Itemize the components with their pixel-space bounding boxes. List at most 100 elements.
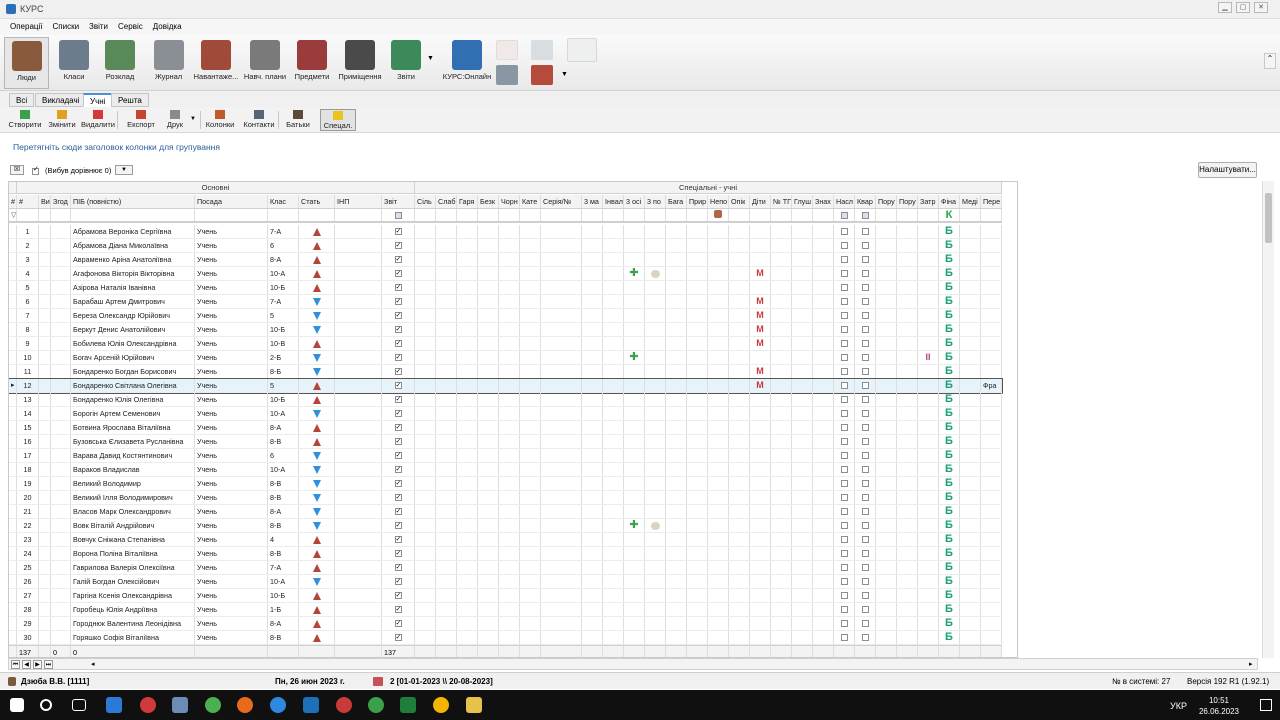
row-checkbox[interactable] [861,563,869,571]
row-checkbox[interactable] [840,619,848,627]
row-checkbox[interactable] [861,353,869,361]
column-header-27[interactable]: Глуш [792,195,813,208]
table-row[interactable]: ▸12Бондаренко Світлана ОлегівнаУчень5MБФ… [9,378,1003,394]
column-header-30[interactable]: Квар [855,195,876,208]
filter-cell-11[interactable] [436,209,457,221]
row-checkbox[interactable] [861,395,869,403]
next-record-button[interactable]: ▶ [33,660,42,669]
toolbar-export-button[interactable]: Експорт [122,109,160,131]
column-header-2[interactable]: Ви [39,195,51,208]
tab-1[interactable]: Викладачі [35,93,87,107]
row-checkbox[interactable] [861,255,869,263]
row-checkbox[interactable] [861,437,869,445]
report-checkbox[interactable] [394,323,402,336]
report-checkbox[interactable] [394,421,402,434]
column-header-16[interactable]: Серія/№ [541,195,582,208]
scroll-right-icon[interactable]: ▸ [1249,660,1253,668]
row-checkbox[interactable] [840,451,848,459]
column-header-8[interactable]: ІНП [335,195,382,208]
toolbar-special-button[interactable]: Спецал. [320,109,356,131]
pin-icon[interactable] [496,40,518,60]
table-row[interactable]: 17Варава Давид КостянтиновичУчень6Б [9,449,1002,463]
maximize-button[interactable]: ▢ [1236,2,1250,13]
table-row[interactable]: 14Борогін Артем СеменовичУчень10-АБ [9,407,1002,421]
row-checkbox[interactable] [840,227,848,235]
windows-start-icon[interactable] [10,698,24,712]
table-row[interactable]: 10Богач Арсеній ЮрійовичУчень2-Б✚IIБ [9,351,1002,365]
row-checkbox[interactable] [840,577,848,585]
filter-cell-27[interactable] [792,209,813,221]
report-checkbox[interactable] [394,617,402,630]
column-header-9[interactable]: Звіт [382,195,415,208]
table-row[interactable]: 19Великий ВолодимирУчень8-ВБ [9,477,1002,491]
toolbar-columns-button[interactable]: Колонки [203,109,237,131]
row-checkbox[interactable] [861,311,869,319]
filter-cell-33[interactable] [918,209,939,221]
chrome-icon[interactable] [205,697,221,713]
row-checkbox[interactable] [861,535,869,543]
column-header-14[interactable]: Чорн [499,195,520,208]
filter-cell-28[interactable] [813,209,834,221]
prev-record-button[interactable]: ◀ [22,660,31,669]
row-checkbox[interactable] [840,339,848,347]
row-checkbox[interactable] [840,535,848,543]
table-row[interactable]: 11Бондаренко Богдан БорисовичУчень8-БMБ [9,365,1002,379]
filter-cell-13[interactable] [478,209,499,221]
filter-checkbox[interactable] [394,211,402,219]
row-checkbox[interactable] [861,605,869,613]
first-record-button[interactable]: ⏮ [11,660,20,669]
column-header-0[interactable]: # [9,195,17,208]
books-icon[interactable] [531,65,553,85]
menu-item-1[interactable]: Списки [52,22,79,31]
row-checkbox[interactable] [861,297,869,305]
column-header-6[interactable]: Клас [268,195,299,208]
report-checkbox[interactable] [394,575,402,588]
firefox-icon[interactable] [237,697,253,713]
tray-date[interactable]: 26.06.2023 [1194,707,1244,716]
report-checkbox[interactable] [394,281,402,294]
school-period[interactable]: 2 [01-01-2023 \\ 20-08-2023] [390,677,493,686]
row-checkbox[interactable] [840,521,848,529]
column-header-36[interactable]: Пере [981,195,1002,208]
column-header-4[interactable]: ПІБ (повністю) [71,195,195,208]
report-checkbox[interactable] [394,547,402,560]
row-checkbox[interactable] [861,283,869,291]
column-header-28[interactable]: Знах [813,195,834,208]
toolbar-print-button[interactable]: Друк [162,109,188,131]
column-header-34[interactable]: Фіна [939,195,960,208]
filter-cell-2[interactable] [39,209,51,221]
filter-cell-19[interactable] [624,209,645,221]
report-checkbox[interactable] [394,393,402,406]
search-icon[interactable] [40,699,52,711]
row-checkbox[interactable] [861,577,869,585]
row-checkbox[interactable] [840,605,848,613]
row-checkbox[interactable] [861,241,869,249]
reports-dropdown-icon[interactable]: ▼ [427,55,434,62]
table-row[interactable]: 7Береза Олександр ЮрійовичУчень5MБ [9,309,1002,323]
report-checkbox[interactable] [394,561,402,574]
row-checkbox[interactable] [861,521,869,529]
document-icon[interactable] [567,38,597,62]
table-row[interactable]: 27Гаргіна Ксенія ОлександрівнаУчень10-ББ [9,589,1002,603]
row-checkbox[interactable] [861,269,869,277]
table-row[interactable]: 20Великий Ілля ВолодимировичУчень8-ВБ [9,491,1002,505]
column-header-20[interactable]: 3 по [645,195,666,208]
row-checkbox[interactable] [861,507,869,515]
report-checkbox[interactable] [394,519,402,532]
row-checkbox[interactable] [861,591,869,599]
table-row[interactable]: 23Вовчук Сніжана СтепанівнаУчень4Б [9,533,1002,547]
table-row[interactable]: 8Беркут Денис АнатолійовичУчень10-БMБ [9,323,1002,337]
row-checkbox[interactable] [840,493,848,501]
report-checkbox[interactable] [394,407,402,420]
column-header-12[interactable]: Гаря [457,195,478,208]
report-checkbox[interactable] [394,477,402,490]
column-header-7[interactable]: Стать [299,195,335,208]
print-dropdown-icon[interactable]: ▼ [190,116,196,122]
graduation-cap-icon[interactable] [531,40,553,60]
table-row[interactable]: 21Власов Марк ОлександровичУчень8-АБ [9,505,1002,519]
filter-cell-23[interactable] [708,209,729,221]
filter-cell-26[interactable] [771,209,792,221]
table-row[interactable]: 26Галій Богдан ОлексійовичУчень10-АБ [9,575,1002,589]
row-checkbox[interactable] [861,367,869,375]
row-checkbox[interactable] [861,549,869,557]
